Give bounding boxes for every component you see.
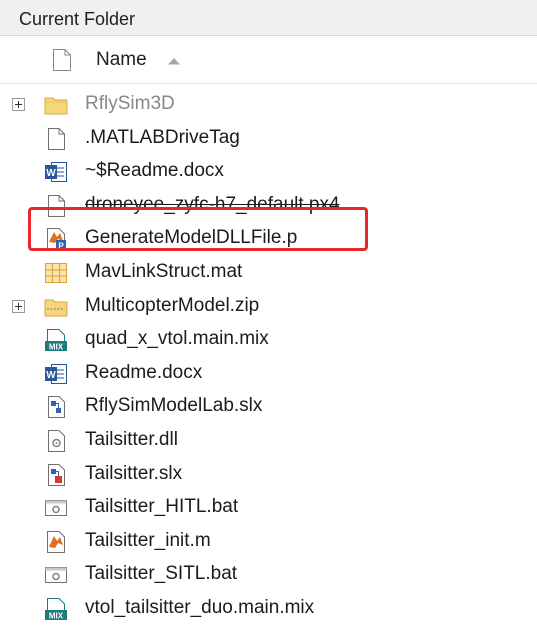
zip-folder-icon xyxy=(44,299,68,317)
word-doc-icon: W xyxy=(45,363,67,384)
file-name: droneyee_zyfc-h7_default.px4 xyxy=(85,193,340,215)
mat-file-icon xyxy=(45,263,67,283)
current-folder-header: Current Folder xyxy=(0,0,537,36)
file-row[interactable]: MavLinkStruct.mat xyxy=(0,256,537,290)
file-name: .MATLABDriveTag xyxy=(85,126,240,148)
file-row[interactable]: Tailsitter.slx xyxy=(0,458,537,492)
name-column-label: Name xyxy=(96,49,147,70)
sort-ascending-icon[interactable] xyxy=(167,57,181,65)
file-row[interactable]: Tailsitter.dll xyxy=(0,424,537,458)
folder-icon xyxy=(44,97,68,115)
file-row[interactable]: RflySimModelLab.slx xyxy=(0,390,537,424)
file-name: quad_x_vtol.main.mix xyxy=(85,328,269,350)
word-doc-icon: W xyxy=(45,162,67,183)
blank-file-icon xyxy=(48,127,65,150)
svg-text:W: W xyxy=(46,168,56,179)
file-row[interactable]: Tailsitter_init.m xyxy=(0,525,537,559)
file-name: Tailsitter.slx xyxy=(85,462,183,484)
mix-file-icon: MIX xyxy=(45,329,67,352)
bat-file-icon xyxy=(45,500,67,517)
simulink-model-red-icon xyxy=(48,463,65,486)
file-row[interactable]: Tailsitter_SITL.bat xyxy=(0,558,537,592)
file-row[interactable]: MulticopterModel.zip xyxy=(0,290,537,324)
file-name: ~$Readme.docx xyxy=(85,160,224,182)
file-name: Tailsitter_HITL.bat xyxy=(85,496,239,518)
panel-title: Current Folder xyxy=(19,9,136,29)
file-name: Readme.docx xyxy=(85,361,203,383)
file-name: RflySimModelLab.slx xyxy=(85,395,263,417)
simulink-model-icon xyxy=(48,396,65,419)
file-row[interactable]: droneyee_zyfc-h7_default.px4 xyxy=(0,189,537,223)
file-row[interactable]: W ~$Readme.docx xyxy=(0,155,537,189)
matlab-script-icon xyxy=(47,530,65,553)
file-name: Tailsitter.dll xyxy=(85,429,178,450)
file-name: RflySim3D xyxy=(85,93,175,114)
name-column-header[interactable]: Name xyxy=(0,36,537,84)
mix-file-icon: MIX xyxy=(45,598,67,621)
file-name: Tailsitter_init.m xyxy=(85,529,211,551)
file-row[interactable]: P GenerateModelDLLFile.p xyxy=(0,222,537,256)
svg-text:MIX: MIX xyxy=(49,612,64,621)
file-row[interactable]: W Readme.docx xyxy=(0,357,537,391)
file-row[interactable]: RflySim3D xyxy=(0,88,537,122)
file-row[interactable]: MIX quad_x_vtol.main.mix xyxy=(0,323,537,357)
blank-file-icon xyxy=(48,194,65,217)
svg-text:W: W xyxy=(46,370,56,381)
bat-file-icon xyxy=(45,567,67,584)
matlab-p-file-icon: P xyxy=(47,228,66,251)
expand-toggle-icon[interactable] xyxy=(12,299,25,313)
file-name: vtol_tailsitter_duo.main.mix xyxy=(85,597,315,618)
svg-text:P: P xyxy=(58,242,64,251)
file-name: MavLinkStruct.mat xyxy=(85,261,243,282)
expand-toggle-icon[interactable] xyxy=(12,98,25,111)
dll-file-icon xyxy=(48,430,65,452)
file-row[interactable]: Tailsitter_HITL.bat xyxy=(0,491,537,525)
file-row[interactable]: MIX vtol_tailsitter_duo.main.mix xyxy=(0,592,537,626)
svg-text:MIX: MIX xyxy=(49,343,64,352)
file-type-column-icon xyxy=(53,49,71,71)
file-name: Tailsitter_SITL.bat xyxy=(85,563,238,585)
file-name: MulticopterModel.zip xyxy=(85,294,260,316)
file-row[interactable]: .MATLABDriveTag xyxy=(0,122,537,156)
file-name: GenerateModelDLLFile.p xyxy=(85,227,298,249)
